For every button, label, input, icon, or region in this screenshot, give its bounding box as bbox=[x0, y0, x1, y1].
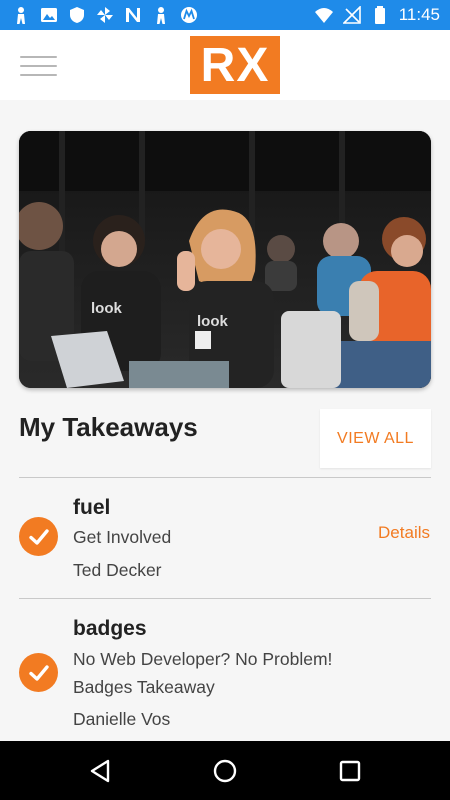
pinwheel-icon bbox=[97, 7, 113, 23]
check-circle-icon bbox=[19, 517, 58, 556]
recents-square-icon[interactable] bbox=[336, 757, 364, 785]
wifi-icon bbox=[314, 8, 333, 23]
hamburger-menu-icon[interactable] bbox=[20, 52, 58, 80]
takeaway-subtitle: Badges Takeaway bbox=[73, 677, 215, 697]
system-nav-bar bbox=[0, 741, 450, 800]
shield-icon bbox=[70, 7, 84, 23]
app-bar: RX bbox=[0, 30, 450, 100]
svg-text:look: look bbox=[197, 313, 228, 330]
hero-image: look look bbox=[19, 131, 431, 388]
n-app-icon bbox=[126, 8, 140, 22]
rx-logo: RX bbox=[190, 36, 280, 94]
takeaway-session: Get Involved bbox=[73, 527, 172, 547]
takeaway-title: badges bbox=[73, 617, 147, 640]
status-bar: 11:45 bbox=[0, 0, 450, 30]
shirt-text: look bbox=[91, 300, 122, 317]
image-icon bbox=[41, 8, 57, 22]
details-link[interactable]: Details bbox=[378, 523, 430, 543]
status-time: 11:45 bbox=[398, 5, 440, 24]
battery-icon bbox=[374, 6, 385, 24]
check-circle-icon bbox=[19, 653, 58, 692]
section-title: My Takeaways bbox=[19, 412, 198, 442]
motorola-icon bbox=[181, 7, 197, 23]
person-icon bbox=[17, 7, 25, 24]
takeaway-item[interactable]: badges No Web Developer? No Problem! Bad… bbox=[0, 599, 450, 741]
takeaway-item[interactable]: fuel Get Involved Ted Decker Details bbox=[0, 478, 450, 598]
takeaway-session: No Web Developer? No Problem! bbox=[73, 649, 333, 669]
home-circle-icon[interactable] bbox=[211, 757, 239, 785]
back-triangle-icon[interactable] bbox=[86, 757, 114, 785]
takeaway-speaker: Danielle Vos bbox=[73, 709, 171, 729]
takeaway-speaker: Ted Decker bbox=[73, 560, 162, 580]
takeaway-title: fuel bbox=[73, 496, 111, 519]
view-all-button[interactable]: VIEW ALL bbox=[320, 409, 431, 468]
no-sim-icon bbox=[342, 6, 361, 24]
person-icon bbox=[157, 7, 165, 24]
